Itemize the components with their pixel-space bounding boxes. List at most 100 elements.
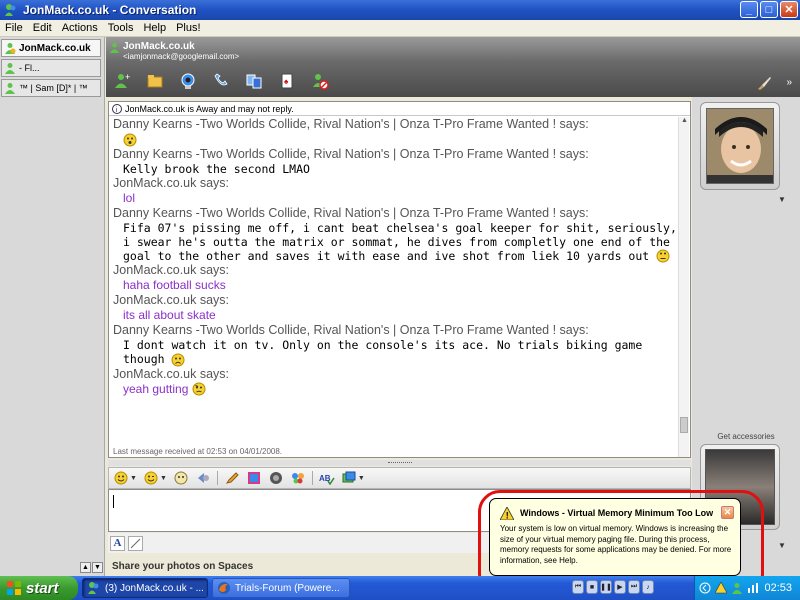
- tray-network-icon[interactable]: [747, 582, 759, 594]
- worried-emoticon-icon: [192, 382, 206, 396]
- chat-scrollbar[interactable]: ▲: [678, 117, 689, 457]
- balloon-title: Windows - Virtual Memory Minimum Too Low: [520, 508, 714, 518]
- contact-tab-fl[interactable]: - Fl...: [1, 59, 101, 77]
- tabs-scroll-down-icon[interactable]: ▼: [92, 562, 103, 573]
- conversation-tabs-pane: JonMack.co.uk - Fl... ™ | Sam [D]* | ™ ▲…: [0, 37, 105, 576]
- message-text: Kelly brook the second LMAO: [123, 161, 310, 176]
- nudge-icon: [197, 473, 209, 483]
- custom-emoticon-button[interactable]: [173, 470, 189, 486]
- media-pause-icon[interactable]: ❚❚: [600, 580, 612, 594]
- media-next-icon[interactable]: ⏭: [628, 580, 640, 594]
- svg-text:!: !: [506, 511, 509, 521]
- my-picture-menu-icon[interactable]: ▼: [778, 541, 786, 550]
- menu-plus[interactable]: Plus!: [171, 22, 205, 34]
- contact-tab-label: - Fl...: [19, 63, 40, 73]
- start-button[interactable]: start: [0, 576, 78, 600]
- message-text: Fifa 07's pissing me off, i cant beat ch…: [113, 221, 677, 264]
- msn-buddy-icon: [5, 4, 16, 16]
- paintbrush-icon[interactable]: [756, 75, 772, 91]
- menu-help[interactable]: Help: [138, 22, 171, 34]
- menu-tools[interactable]: Tools: [103, 22, 139, 34]
- pane-splitter[interactable]: [108, 460, 691, 466]
- action-toolbar: + ♠: [112, 71, 330, 91]
- playing-card-icon: ♠: [281, 73, 293, 89]
- activities-icon: [246, 74, 262, 89]
- font-button[interactable]: A: [110, 535, 125, 551]
- block-button[interactable]: [310, 71, 330, 91]
- balloon-close-button[interactable]: ✕: [721, 506, 734, 519]
- send-files-button[interactable]: [145, 71, 165, 91]
- message: JonMack.co.uk says: yeah gutting: [113, 367, 677, 397]
- menu-actions[interactable]: Actions: [57, 22, 103, 34]
- background-grid-icon: [247, 472, 260, 484]
- message: JonMack.co.uk says: its all about skate: [113, 293, 677, 323]
- tray-msn-icon[interactable]: [731, 582, 743, 594]
- invite-contact-button[interactable]: +: [112, 71, 132, 91]
- balloon-body: Your system is low on virtual memory. Wi…: [500, 524, 732, 565]
- window-titlebar[interactable]: JonMack.co.uk - Conversation _ □ ✕: [0, 0, 800, 20]
- taskbar: start (3) JonMack.co.uk - ... Trials-For…: [0, 576, 800, 600]
- scroll-thumb[interactable]: [680, 417, 688, 433]
- splitter-grip[interactable]: [388, 462, 412, 464]
- wink-button[interactable]: [143, 470, 159, 486]
- message-sender: Danny Kearns -Two Worlds Collide, Rival …: [113, 205, 589, 220]
- contact-tab-sam[interactable]: ™ | Sam [D]* | ™: [1, 79, 101, 97]
- ink-button[interactable]: [224, 470, 240, 486]
- games-button[interactable]: ♠: [277, 71, 297, 91]
- block-contact-icon: [313, 74, 329, 90]
- media-prev-icon[interactable]: ⏮: [572, 580, 584, 594]
- webcam-button[interactable]: [178, 71, 198, 91]
- message-sender: Danny Kearns -Two Worlds Collide, Rival …: [113, 323, 589, 337]
- windows-flag-icon: [7, 581, 21, 595]
- spellcheck-button[interactable]: AB: [319, 470, 335, 486]
- voice-clip-button[interactable]: [268, 470, 284, 486]
- contact-picture-menu-icon[interactable]: ▼: [778, 195, 786, 204]
- status-info-bar: i JonMack.co.uk is Away and may not repl…: [109, 102, 690, 116]
- minimize-button[interactable]: _: [740, 1, 758, 18]
- firefox-icon: [218, 582, 230, 594]
- winks-button[interactable]: [290, 470, 306, 486]
- media-play-icon[interactable]: ▶: [614, 580, 626, 594]
- taskbar-item-conversation[interactable]: (3) JonMack.co.uk - ...: [82, 578, 208, 598]
- share-photos-button[interactable]: [341, 470, 357, 486]
- media-stop-icon[interactable]: ■: [586, 580, 598, 594]
- status-info-text: JonMack.co.uk is Away and may not reply.: [125, 103, 294, 114]
- message-sender: Danny Kearns -Two Worlds Collide, Rival …: [113, 146, 589, 161]
- tray-expand-icon[interactable]: [699, 582, 711, 594]
- handwriting-icon: [130, 538, 140, 549]
- emoticon-dropdown-icon[interactable]: ▼: [130, 475, 137, 482]
- close-button[interactable]: ✕: [780, 1, 798, 18]
- background-button[interactable]: [246, 470, 262, 486]
- photo-share-icon: [342, 471, 356, 483]
- header-more-chevron-icon[interactable]: »: [786, 77, 792, 88]
- menu-edit[interactable]: Edit: [28, 22, 57, 34]
- message-sender: JonMack.co.uk says:: [113, 175, 230, 190]
- eye-roll-emoticon-icon: [656, 249, 670, 263]
- menu-file[interactable]: File: [0, 22, 28, 34]
- message-text: lol: [123, 190, 136, 205]
- virtual-memory-balloon[interactable]: ! Windows - Virtual Memory Minimum Too L…: [489, 498, 741, 576]
- contact-picture-frame[interactable]: [700, 102, 780, 190]
- activities-button[interactable]: [244, 71, 264, 91]
- handwriting-button[interactable]: [128, 535, 143, 551]
- scroll-up-icon[interactable]: ▲: [679, 117, 690, 128]
- message: JonMack.co.uk says: lol: [113, 176, 677, 206]
- tray-warning-icon[interactable]: [715, 582, 727, 594]
- tabs-scroll-up-icon[interactable]: ▲: [80, 562, 91, 573]
- chat-history: i JonMack.co.uk is Away and may not repl…: [108, 101, 691, 458]
- media-volume-icon[interactable]: ♪: [642, 580, 654, 594]
- maximize-button[interactable]: □: [760, 1, 778, 18]
- contact-tab-jonmack[interactable]: JonMack.co.uk: [1, 39, 101, 57]
- buddy-online-icon: [5, 63, 15, 74]
- get-accessories-link[interactable]: Get accessories: [692, 432, 800, 441]
- call-button[interactable]: [211, 71, 231, 91]
- buddy-online-icon: [5, 83, 15, 94]
- emoticon-button[interactable]: [113, 470, 129, 486]
- webcam-icon: [181, 73, 195, 89]
- menu-bar: File Edit Actions Tools Help Plus!: [0, 20, 800, 37]
- share-dropdown-icon[interactable]: ▼: [358, 475, 365, 482]
- wink-dropdown-icon[interactable]: ▼: [160, 475, 167, 482]
- taskbar-item-browser[interactable]: Trials-Forum (Powere...: [212, 578, 350, 598]
- message-text-content: yeah gutting: [123, 381, 189, 396]
- nudge-button[interactable]: [195, 470, 211, 486]
